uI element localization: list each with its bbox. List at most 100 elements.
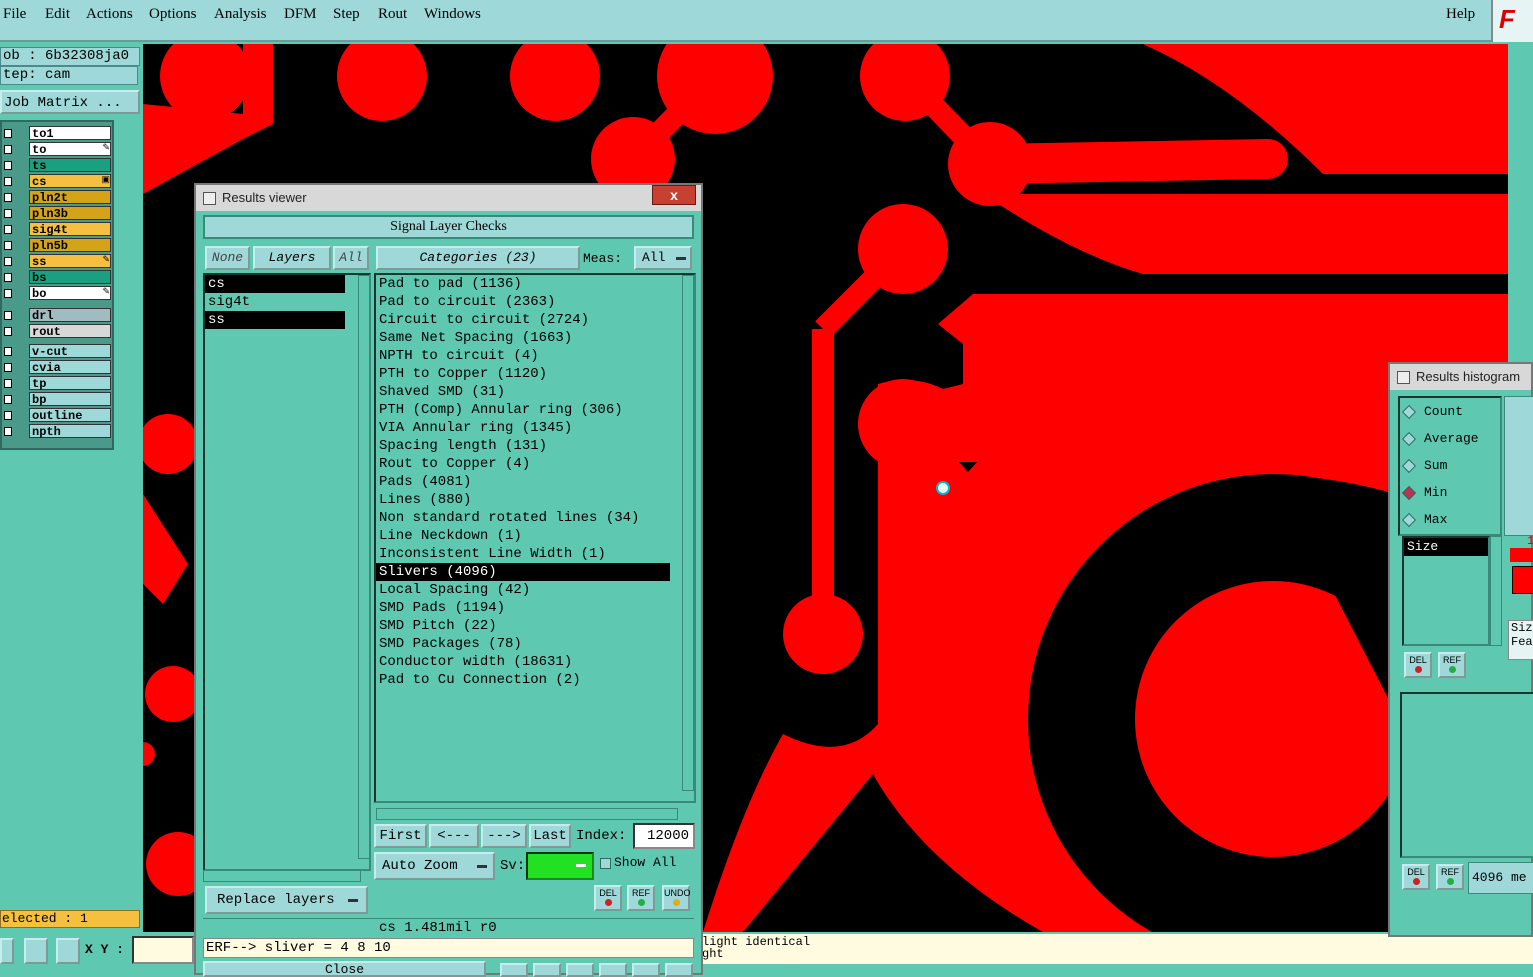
category-list-scrollbar[interactable] (682, 275, 694, 791)
layer-row-outline[interactable]: outline (2, 408, 114, 423)
layer-checkbox[interactable] (4, 129, 12, 138)
layer-checkbox[interactable] (4, 411, 12, 420)
layer-checkbox[interactable] (4, 145, 12, 154)
category-item[interactable]: Pad to pad (1136) (376, 275, 670, 293)
menu-windows[interactable]: Windows (424, 6, 481, 23)
replace-layers-dropdown[interactable]: Replace layers (205, 886, 368, 914)
hist-del-button[interactable]: DEL (1404, 652, 1432, 678)
layer-name[interactable]: ss (29, 254, 111, 269)
size-item[interactable]: Size (1404, 538, 1488, 556)
layer-name[interactable]: pln3b (29, 206, 111, 221)
layer-checkbox[interactable] (4, 311, 12, 320)
layer-checkbox[interactable] (4, 395, 12, 404)
measure-tool-icon[interactable] (24, 938, 48, 964)
next-button[interactable]: ---> (481, 824, 527, 848)
hist-option-min[interactable]: Min (1401, 483, 1492, 503)
layer-list-hscrollbar[interactable] (203, 870, 361, 882)
histogram-titlebar[interactable]: Results histogram (1390, 364, 1531, 390)
category-item[interactable]: SMD Pads (1194) (376, 599, 670, 617)
layer-row-to1[interactable]: to1 (2, 126, 114, 141)
layer-checkbox[interactable] (4, 347, 12, 356)
layer-checkbox[interactable] (4, 257, 12, 266)
layer-name[interactable]: sig4t (29, 222, 111, 237)
menu-dfm[interactable]: DFM (284, 6, 317, 23)
layer-checkbox[interactable] (4, 161, 12, 170)
layer-row-cs[interactable]: cs ▣ (2, 174, 114, 189)
grid-tool-icon[interactable] (56, 938, 80, 964)
zoom-tool-icon[interactable] (0, 938, 14, 964)
layer-checkbox[interactable] (4, 363, 12, 372)
layer-name[interactable]: tp (29, 376, 111, 391)
layer-name[interactable]: drl (29, 308, 111, 323)
show-all-checkbox[interactable] (600, 858, 611, 869)
layers-button[interactable]: Layers (253, 246, 331, 270)
category-item[interactable]: Same Net Spacing (1663) (376, 329, 670, 347)
layer-row-to[interactable]: to ✎ (2, 142, 114, 157)
auto-zoom-dropdown[interactable]: Auto Zoom (374, 852, 495, 880)
histogram-field-list[interactable]: Size (1402, 536, 1490, 646)
layer-row-bs[interactable]: bs (2, 270, 114, 285)
hist-ref-button[interactable]: REF (1438, 652, 1466, 678)
sv-color-dropdown[interactable] (526, 852, 594, 880)
xy-input[interactable] (132, 936, 194, 964)
hist-del-button-2[interactable]: DEL (1402, 864, 1430, 890)
layer-checkbox[interactable] (4, 241, 12, 250)
category-item[interactable]: Lines (880) (376, 491, 670, 509)
layer-name[interactable]: bs (29, 270, 111, 285)
layer-row-bo[interactable]: bo ✎ (2, 286, 114, 301)
all-layers-button[interactable]: All (333, 246, 369, 270)
job-matrix-button[interactable]: Job Matrix ... (0, 90, 140, 114)
layer-row-npth[interactable]: npth (2, 424, 114, 439)
layer-name[interactable]: cvia (29, 360, 111, 375)
hist-ref-button-2[interactable]: REF (1436, 864, 1464, 890)
layer-row-drl[interactable]: drl (2, 308, 114, 323)
hist-option-sum[interactable]: Sum (1401, 456, 1492, 476)
layer-result-item[interactable]: sig4t (205, 293, 345, 311)
category-item[interactable]: VIA Annular ring (1345) (376, 419, 670, 437)
hist-option-max[interactable]: Max (1401, 510, 1492, 530)
menu-rout[interactable]: Rout (378, 6, 407, 23)
category-item[interactable]: Non standard rotated lines (34) (376, 509, 670, 527)
category-item[interactable]: Shaved SMD (31) (376, 383, 670, 401)
results-viewer-titlebar[interactable]: Results viewer x (196, 185, 701, 211)
layer-checkbox[interactable] (4, 225, 12, 234)
category-item[interactable]: Pad to Cu Connection (2) (376, 671, 670, 689)
layer-checkbox[interactable] (4, 327, 12, 336)
layer-name[interactable]: npth (29, 424, 111, 439)
menu-step[interactable]: Step (333, 6, 360, 23)
layer-row-tp[interactable]: tp (2, 376, 114, 391)
layer-row-cvia[interactable]: cvia (2, 360, 114, 375)
layer-result-item[interactable]: ss (205, 311, 345, 329)
layer-name[interactable]: bp (29, 392, 111, 407)
category-item[interactable]: SMD Pitch (22) (376, 617, 670, 635)
category-item[interactable]: Circuit to circuit (2724) (376, 311, 670, 329)
layer-row-pln3b[interactable]: pln3b (2, 206, 114, 221)
del-button[interactable]: DEL (594, 885, 622, 911)
hist-option-average[interactable]: Average (1401, 429, 1492, 449)
category-item[interactable]: NPTH to circuit (4) (376, 347, 670, 365)
layer-result-item[interactable]: cs (205, 275, 345, 293)
category-item[interactable]: Pad to circuit (2363) (376, 293, 670, 311)
layer-row-pln5b[interactable]: pln5b (2, 238, 114, 253)
category-item[interactable]: Spacing length (131) (376, 437, 670, 455)
layer-checkbox[interactable] (4, 379, 12, 388)
layer-checkbox[interactable] (4, 177, 12, 186)
layer-name[interactable]: bo (29, 286, 111, 301)
categories-header[interactable]: Categories (23) (376, 246, 580, 270)
menu-edit[interactable]: Edit (45, 6, 70, 23)
close-icon[interactable]: x (652, 185, 696, 205)
layer-name[interactable]: rout (29, 324, 111, 339)
prev-button[interactable]: <--- (429, 824, 479, 848)
category-item[interactable]: SMD Packages (78) (376, 635, 670, 653)
layer-name[interactable]: pln5b (29, 238, 111, 253)
meas-dropdown[interactable]: All (634, 246, 692, 270)
layer-checkbox[interactable] (4, 427, 12, 436)
layer-name[interactable]: ts (29, 158, 111, 173)
category-item[interactable]: Line Neckdown (1) (376, 527, 670, 545)
layer-row-v-cut[interactable]: v-cut (2, 344, 114, 359)
layer-row-sig4t[interactable]: sig4t (2, 222, 114, 237)
category-item[interactable]: Pads (4081) (376, 473, 670, 491)
ref-button[interactable]: REF (627, 885, 655, 911)
undo-button[interactable]: UNDO (662, 885, 691, 911)
category-list-hscrollbar[interactable] (376, 808, 678, 820)
